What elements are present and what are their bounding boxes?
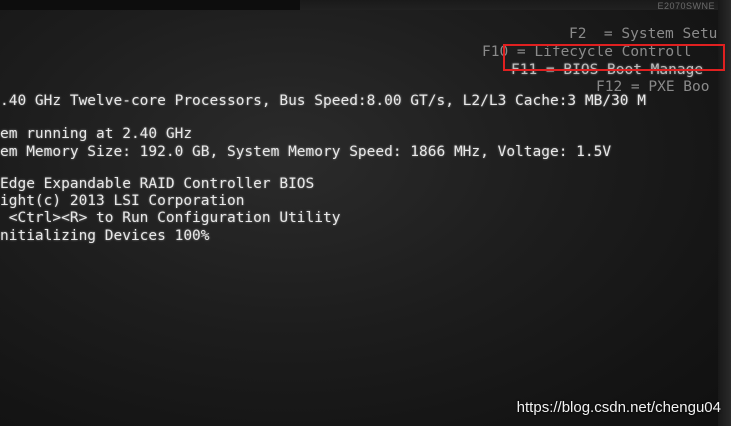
bios-screen: F2 = System Setu F10 = Lifecycle Control… (0, 10, 718, 426)
raid-bios-title: Edge Expandable RAID Controller BIOS (0, 176, 315, 192)
memory-info-line: em Memory Size: 192.0 GB, System Memory … (0, 144, 612, 160)
raid-copyright-line: ight(c) 2013 LSI Corporation (0, 193, 245, 209)
hotkey-f2-system-setup: F2 = System Setu (569, 26, 718, 42)
source-watermark: https://blog.csdn.net/chengu04 (516, 399, 721, 416)
monitor-photo: E2070SWNE F2 = System Setu F10 = Lifecyc… (0, 0, 731, 426)
raid-config-prompt: <Ctrl><R> to Run Configuration Utility (0, 210, 341, 226)
f11-highlight-box (503, 44, 725, 71)
raid-initializing-status: nitializing Devices 100% (0, 228, 210, 244)
cpu-info-line: .40 GHz Twelve-core Processors, Bus Spee… (0, 93, 647, 109)
system-running-line: em running at 2.40 GHz (0, 126, 193, 142)
